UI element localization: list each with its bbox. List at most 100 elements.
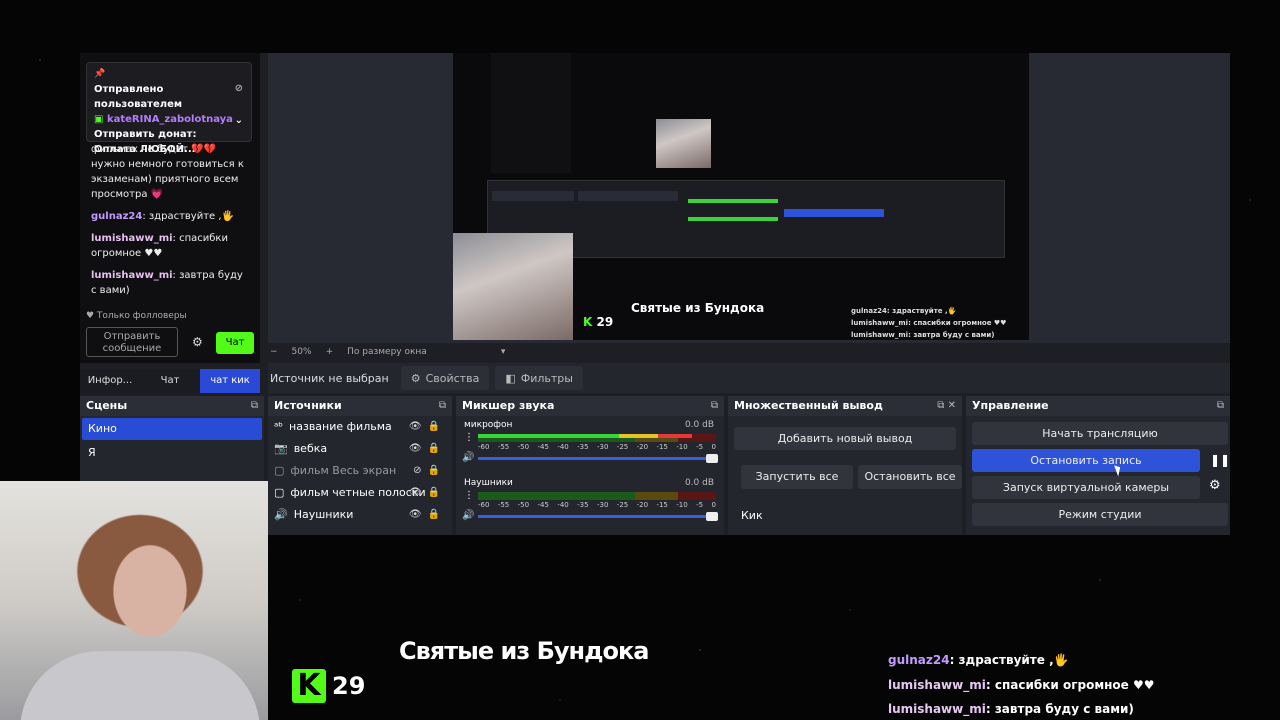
tab-info[interactable]: Инфор...: [80, 369, 140, 393]
gear-icon[interactable]: ⚙: [192, 335, 203, 349]
overlay-chat-line: lumishaww_mi: завтра буду с вами): [888, 702, 1134, 716]
source-toolbar: Источник не выбран ⚙ Свойства ◧ Фильтры: [268, 363, 1230, 393]
preview-webcam: [453, 233, 573, 340]
stop-record-button[interactable]: Остановить запись: [972, 449, 1200, 472]
window-icon: ▢: [274, 486, 285, 499]
source-item[interactable]: 📷 вебка 👁🔒: [268, 438, 452, 460]
mixer-track: микрофон 0.0 dB ⋮ -60 -55 -50 -45 -40 -35 -30-…: [456, 416, 724, 474]
speaker-icon: 🔊: [274, 508, 288, 521]
chat-user[interactable]: lumishaww_mi: [91, 270, 173, 281]
kick-small-icon: ▣: [94, 114, 107, 125]
source-item[interactable]: ▢ фильм Весь экран ⊘🔒: [268, 460, 452, 482]
virtual-camera-button[interactable]: Запуск виртуальной камеры: [972, 476, 1200, 499]
scenes-title: Сцены: [86, 399, 128, 412]
tab-chat[interactable]: Чат: [140, 369, 200, 393]
pinned-message[interactable]: 📌 Отправлено пользователем ▣ kateRINA_za…: [86, 62, 252, 155]
undock-icon[interactable]: ⧉: [251, 396, 258, 416]
preview-canvas[interactable]: Святые из Бундока K 29 gulnaz24: здраств…: [453, 53, 1029, 340]
track-db: 0.0 dB: [684, 478, 714, 488]
undock-icon[interactable]: ⧉: [711, 396, 718, 416]
scene-item[interactable]: Я: [82, 442, 262, 464]
undock-icon[interactable]: ⧉: [439, 396, 446, 416]
preview-kick-count: K 29: [583, 315, 614, 329]
overlay-chat-line: lumishaww_mi: спасибки огромное ♥♥: [888, 677, 1155, 692]
meter-scale: -60 -55 -50 -45 -40 -35 -30 -25 -20 -15 -10 -5 0: [478, 501, 716, 509]
chat-send-button[interactable]: Чат: [216, 332, 254, 354]
controls-title: Управление: [972, 399, 1049, 412]
volume-slider[interactable]: [478, 512, 718, 521]
multi-output-title: Множественный вывод: [734, 399, 883, 412]
add-output-button[interactable]: Добавить новый вывод: [734, 427, 956, 450]
unpin-icon[interactable]: ⊘: [235, 81, 243, 96]
kick-output-label: Кик: [741, 509, 763, 522]
filters-button[interactable]: ◧ Фильтры: [495, 366, 583, 390]
speaker-icon[interactable]: 🔊: [462, 510, 474, 521]
followers-only-label: ♥ Только фолловеры: [86, 311, 187, 321]
visibility-lock-icons[interactable]: 👁🔒: [409, 416, 446, 438]
visibility-lock-icons[interactable]: ⊘🔒: [413, 460, 446, 482]
kick-logo-icon: K: [292, 669, 326, 703]
stop-all-button[interactable]: Остановить все: [858, 465, 962, 489]
chat-tabs: Инфор... Чат чат кик: [80, 369, 260, 393]
filter-icon: ◧: [505, 371, 516, 385]
mixer-title: Микшер звука: [462, 399, 555, 412]
speaker-icon[interactable]: 🔊: [462, 452, 474, 463]
controls-dock: Управление ⧉ Начать трансляцию Остановить…: [966, 396, 1230, 535]
chat-panel: 📌 Отправлено пользователем ▣ kateRINA_za…: [80, 53, 260, 363]
volume-meter: [478, 492, 716, 500]
fit-mode-select[interactable]: По размеру окна: [347, 347, 427, 357]
source-item[interactable]: ▢ фильм четные полоски 👁🔒: [268, 482, 452, 504]
kick-logo-icon: K: [583, 315, 593, 329]
preview-area: Святые из Бундока K 29 gulnaz24: здраств…: [268, 53, 1230, 343]
text-icon: ᵃᵇ: [274, 420, 284, 433]
tab-kick-chat[interactable]: чат кик: [200, 369, 260, 393]
chevron-down-icon[interactable]: ⌄: [235, 113, 243, 128]
visibility-lock-icons[interactable]: 👁🔒: [409, 504, 446, 526]
start-stream-button[interactable]: Начать трансляцию: [972, 422, 1228, 445]
properties-button[interactable]: ⚙ Свойства: [400, 366, 490, 390]
chevron-down-icon[interactable]: ▾: [501, 347, 506, 357]
source-item[interactable]: 🔊 Наушники 👁🔒: [268, 504, 452, 526]
preview-nested-chat: [491, 53, 571, 173]
gear-icon: ⚙: [410, 371, 421, 385]
sources-title: Источники: [274, 399, 342, 412]
track-name: Наушники: [464, 478, 513, 488]
chat-message-input[interactable]: Отправить сообщение: [86, 327, 178, 357]
chat-user[interactable]: lumishaww_mi: [91, 233, 173, 244]
mixer-track: Наушники 0.0 dB ⋮ -60 -55 -50 -45 -40 -35 -30-…: [456, 474, 724, 532]
visibility-lock-icons[interactable]: 👁🔒: [409, 438, 446, 460]
zoom-in-button[interactable]: +: [326, 347, 334, 357]
chat-messages: фильмах не будет 💔💔 нужно немного готови…: [91, 142, 251, 305]
webcam-feed: [0, 481, 268, 720]
visibility-lock-icons[interactable]: 👁🔒: [409, 482, 446, 504]
window-icon: ▢: [274, 464, 285, 477]
gear-icon[interactable]: ⚙: [1209, 478, 1221, 493]
pause-icon[interactable]: ❚❚: [1210, 453, 1230, 467]
preview-title: Святые из Бундока: [631, 301, 765, 315]
more-options-icon[interactable]: ⋮: [464, 432, 474, 443]
start-all-button[interactable]: Запустить все: [741, 465, 853, 489]
chat-user[interactable]: gulnaz24: [91, 211, 142, 222]
volume-slider[interactable]: [478, 454, 718, 463]
sources-dock: Источники ⧉ ᵃᵇ название фильма 👁🔒 📷 вебка 👁🔒 …: [268, 396, 452, 535]
no-source-label: Источник не выбран: [270, 371, 389, 385]
track-name: микрофон: [464, 420, 513, 430]
camera-icon: 📷: [274, 442, 288, 455]
chat-message: lumishaww_mi: спасибки огромное ♥♥: [91, 233, 228, 259]
undock-icon[interactable]: ⧉: [1217, 396, 1224, 416]
mixer-dock: Микшер звука ⧉ микрофон 0.0 dB ⋮ -60 -55 -5…: [456, 396, 724, 535]
scene-item[interactable]: Кино: [82, 418, 262, 440]
zoom-out-button[interactable]: −: [270, 347, 278, 357]
overlay-chat-line: gulnaz24: здраствуйте ,🖐: [888, 653, 1069, 667]
close-icon[interactable]: ⧉ ✕: [937, 396, 956, 416]
volume-meter: [478, 434, 716, 442]
zoom-level: 50%: [291, 347, 312, 357]
chat-message: gulnaz24: здраствуйте ,🖐: [91, 211, 234, 222]
source-item[interactable]: ᵃᵇ название фильма 👁🔒: [268, 416, 452, 438]
kick-follower-count: K 29: [292, 669, 365, 703]
movie-title: Святые из Бундока: [399, 637, 649, 665]
overlay-chat: gulnaz24: здраствуйте ,🖐 lumishaww_mi: с…: [888, 648, 1155, 720]
more-options-icon[interactable]: ⋮: [464, 490, 474, 501]
preview-nested-webcam: [656, 119, 711, 168]
studio-mode-button[interactable]: Режим студии: [972, 503, 1228, 526]
